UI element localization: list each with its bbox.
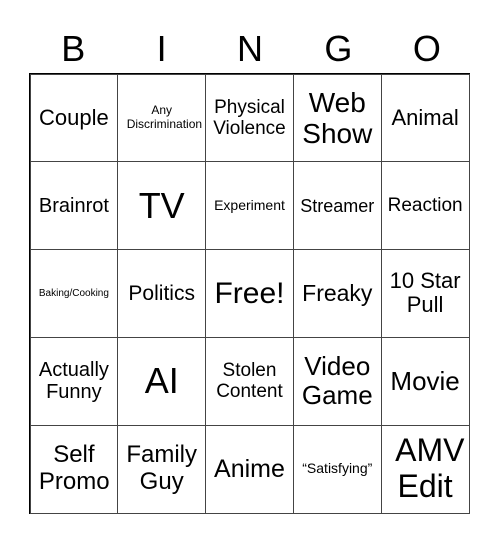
cell-label: Brainrot [38, 194, 109, 217]
bingo-grid: Couple Any Discrimination Physical Violenc… [29, 73, 470, 514]
bingo-cell[interactable]: Anime [205, 424, 294, 514]
bingo-cell[interactable]: Any Discrimination [117, 73, 207, 163]
header-letter-b: B [61, 28, 86, 69]
cell-label: Couple [39, 104, 109, 130]
cell-label: Self Promo [38, 441, 110, 496]
bingo-cell[interactable]: Brainrot [29, 161, 119, 251]
cell-label: Family Guy [126, 441, 198, 496]
cell-label: Free! [214, 276, 285, 310]
header-letter-g: G [324, 28, 353, 69]
cell-label: Experiment [214, 196, 285, 213]
bingo-cell[interactable]: Movie [380, 336, 470, 426]
bingo-cell[interactable]: Streamer [292, 161, 382, 251]
cell-label: “Satisfying” [302, 460, 373, 477]
bingo-cell[interactable]: Couple [29, 73, 119, 163]
cell-label: Stolen Content [216, 360, 283, 403]
bingo-cell[interactable]: Physical Violence [205, 73, 294, 163]
bingo-cell[interactable]: Reaction [380, 161, 470, 251]
bingo-cell[interactable]: Freaky [292, 249, 382, 338]
cell-label: Physical Violence [213, 96, 286, 139]
bingo-cell[interactable]: Politics [117, 249, 207, 338]
cell-label: Actually Funny [38, 358, 109, 404]
cell-label: Reaction [387, 195, 463, 217]
bingo-cell[interactable]: TV [117, 161, 207, 251]
bingo-cell[interactable]: “Satisfying” [292, 424, 382, 514]
bingo-header: B I N G O [29, 26, 471, 72]
cell-label: Baking/Cooking [38, 287, 109, 299]
bingo-cell[interactable]: Experiment [205, 161, 294, 251]
bingo-cell[interactable]: Animal [380, 73, 470, 163]
cell-label: AMV Edit [395, 432, 465, 505]
bingo-cell[interactable]: Actually Funny [29, 336, 119, 426]
cell-label: Web Show [302, 86, 373, 149]
bingo-cell[interactable]: Self Promo [29, 424, 119, 514]
cell-label: Freaky [302, 279, 373, 306]
cell-label: Streamer [300, 195, 375, 216]
cell-label: Animal [391, 104, 459, 130]
bingo-cell[interactable]: Family Guy [117, 424, 207, 514]
bingo-cell[interactable]: 10 Star Pull [380, 249, 470, 338]
header-letter-o: O [412, 28, 441, 69]
cell-label: AI [144, 360, 179, 402]
bingo-cell[interactable]: Web Show [292, 73, 382, 163]
header-letter-i: I [156, 28, 167, 69]
bingo-cell[interactable]: Baking/Cooking [29, 249, 119, 338]
cell-label: Video Game [301, 351, 373, 411]
bingo-cell[interactable]: AI [117, 336, 207, 426]
cell-label: 10 Star Pull [389, 267, 461, 318]
cell-label: TV [138, 184, 185, 226]
cell-label: Politics [128, 281, 195, 305]
header-letter-n: N [237, 28, 264, 69]
cell-label: Movie [390, 365, 460, 396]
cell-label: Any Discrimination [126, 103, 203, 131]
bingo-cell[interactable]: Video Game [292, 336, 382, 426]
cell-label: Anime [214, 455, 285, 484]
bingo-cell[interactable]: AMV Edit [380, 424, 470, 514]
bingo-cell[interactable]: Stolen Content [205, 336, 294, 426]
bingo-cell[interactable]: Free! [205, 249, 294, 338]
